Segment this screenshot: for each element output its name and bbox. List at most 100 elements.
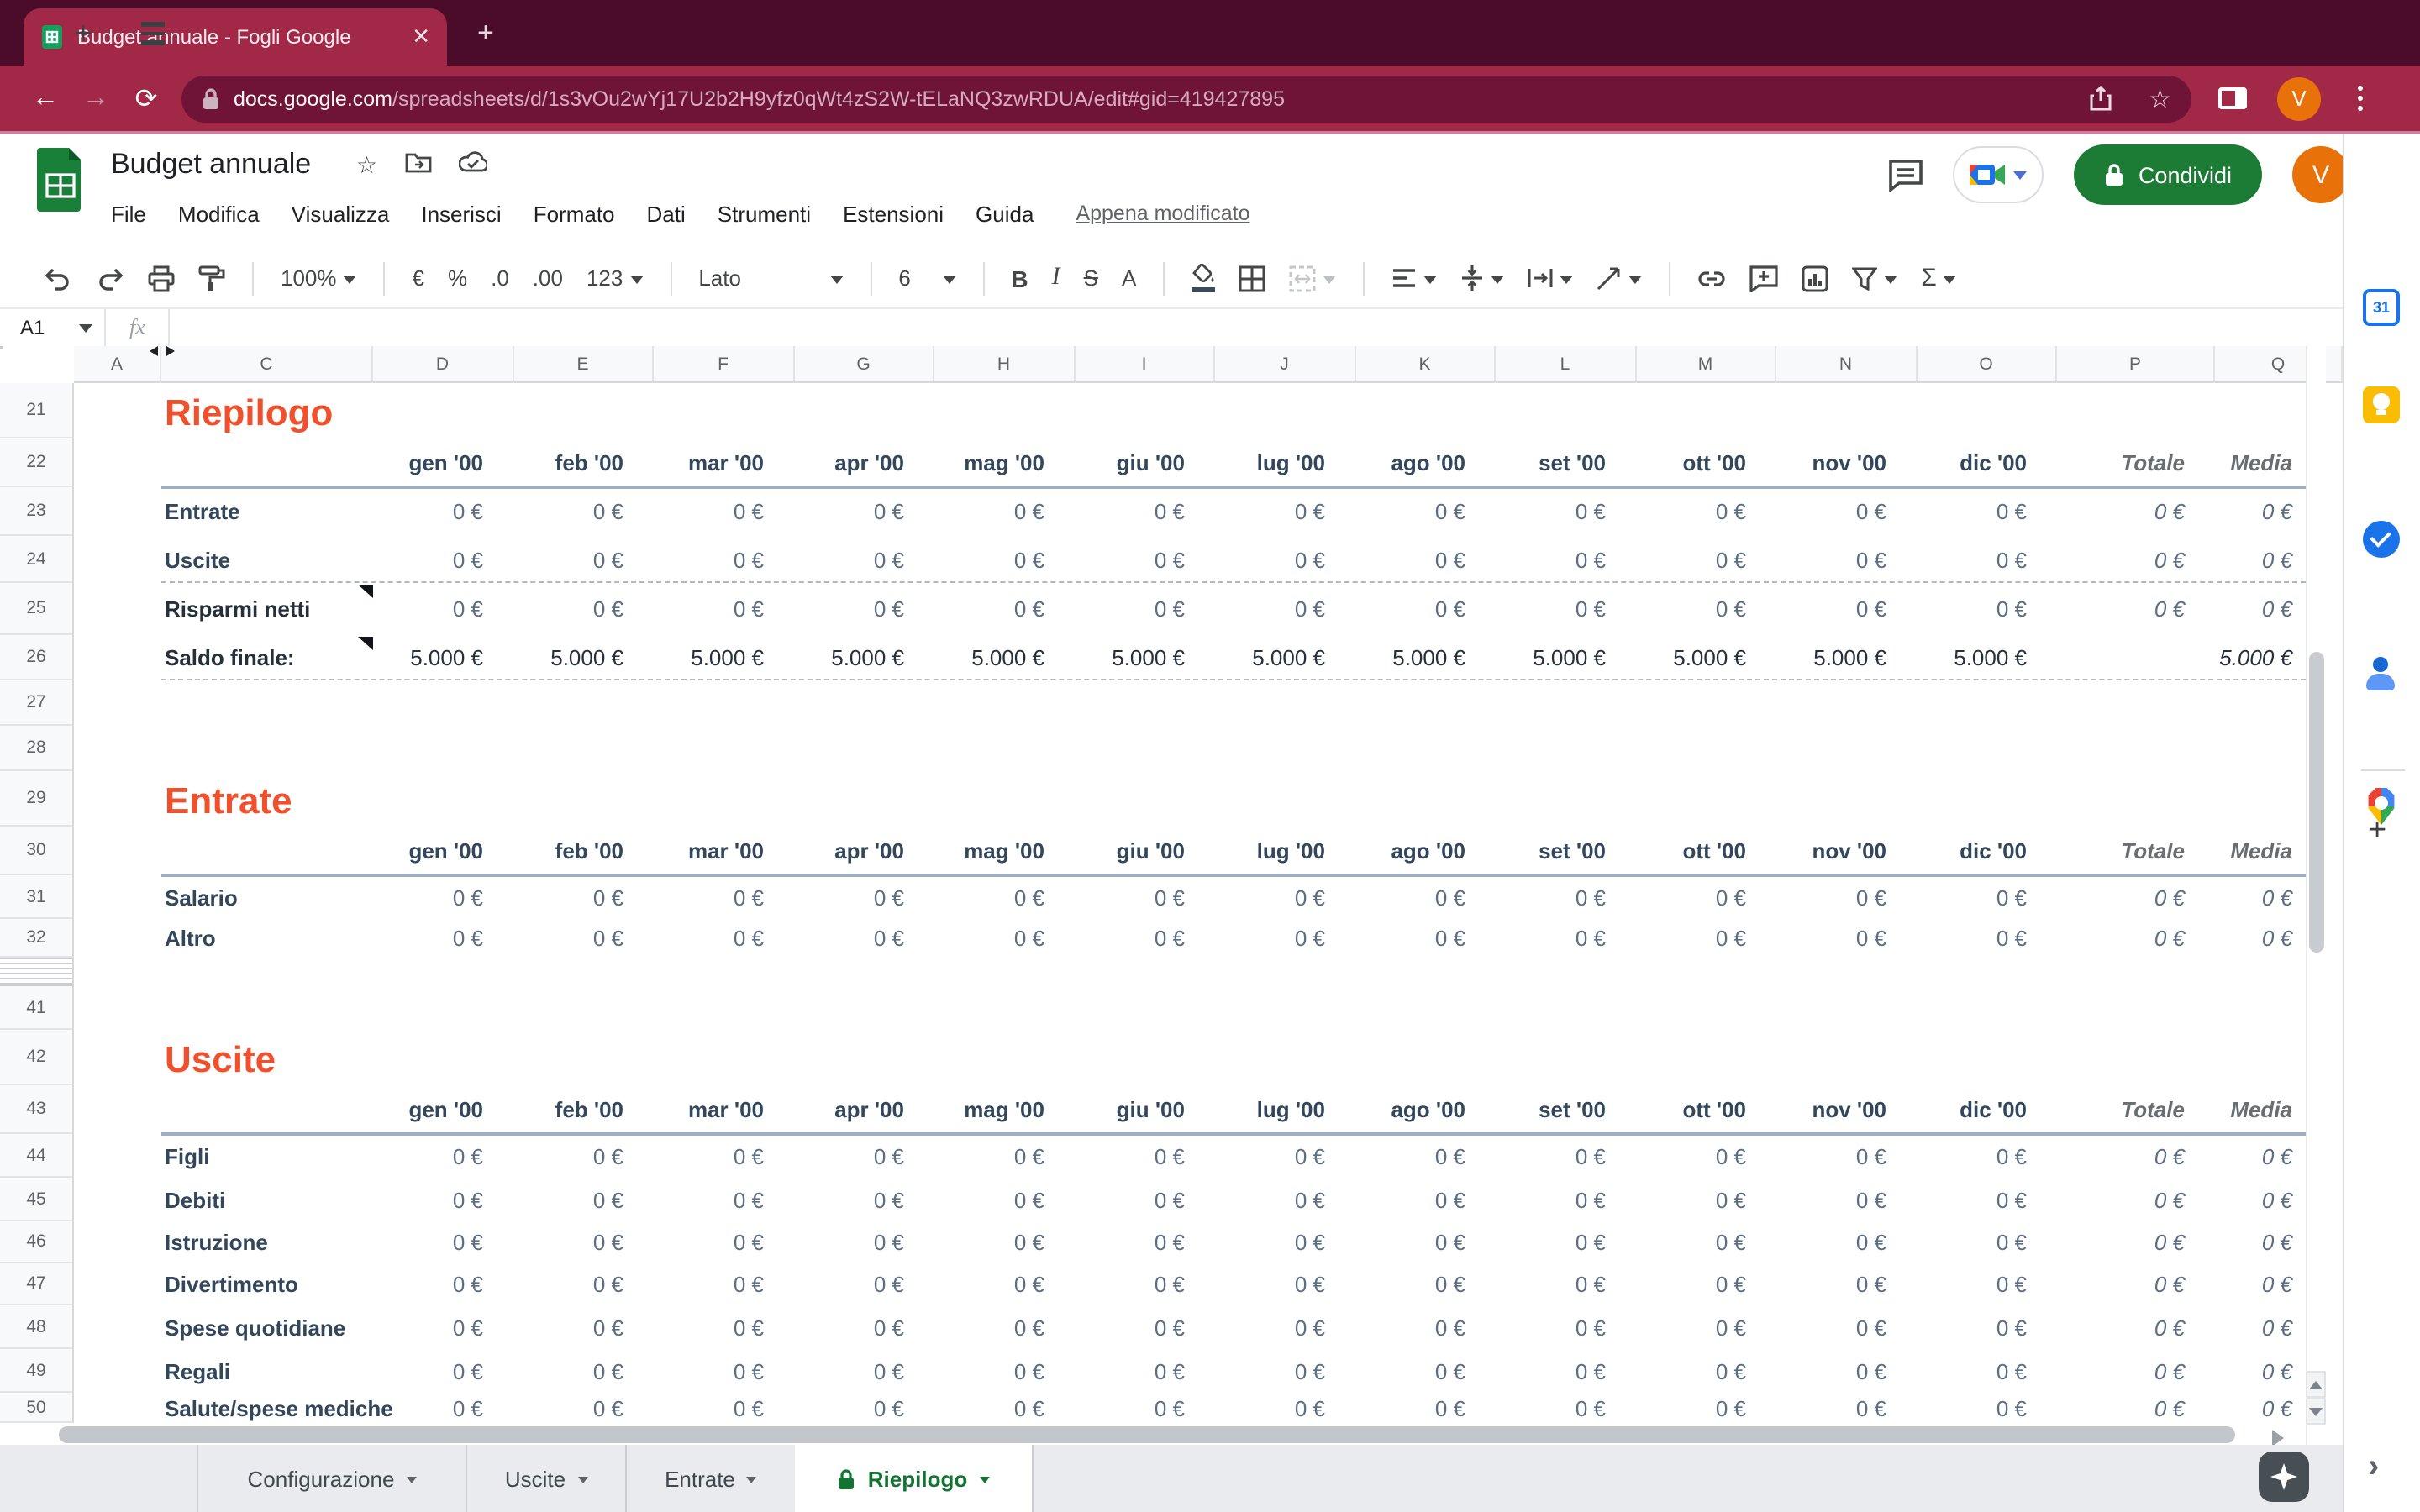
value-cell[interactable]: 5.000 € — [1496, 635, 1636, 680]
account-avatar[interactable]: V — [2292, 146, 2349, 203]
sheets-logo-icon[interactable] — [37, 148, 84, 212]
value-cell[interactable]: 5.000 € — [513, 635, 654, 680]
value-cell[interactable]: 0 € — [1496, 583, 1636, 635]
url-bar[interactable]: docs.google.com/spreadsheets/d/1s3vOu2wY… — [182, 75, 2191, 122]
column-header-C[interactable]: C — [161, 346, 373, 383]
add-addon-button[interactable]: + — [2368, 813, 2386, 850]
month-header-cell[interactable]: set '00 — [1496, 438, 1636, 487]
month-header-cell[interactable]: giu '00 — [1075, 438, 1215, 487]
value-cell[interactable]: 0 € — [1917, 1134, 2057, 1178]
row-header-41[interactable]: 41 — [0, 986, 74, 1030]
value-cell[interactable]: 0 € — [1636, 1349, 1776, 1393]
totale-value-cell[interactable]: 0 € — [2057, 583, 2215, 635]
value-cell[interactable]: 0 € — [1496, 1178, 1636, 1221]
reload-icon[interactable]: ⟳ — [121, 81, 171, 115]
totale-value-cell[interactable]: 0 € — [2057, 487, 2215, 536]
value-cell[interactable]: 0 € — [794, 583, 934, 635]
value-cell[interactable]: 0 € — [373, 1178, 513, 1221]
undo-icon[interactable] — [44, 265, 72, 291]
value-cell[interactable]: 0 € — [654, 536, 794, 583]
value-cell[interactable]: 0 € — [794, 1221, 934, 1263]
value-cell[interactable]: 0 € — [1776, 487, 1917, 536]
value-cell[interactable]: 0 € — [1496, 919, 1636, 958]
media-value-cell[interactable]: 0 € — [2215, 583, 2306, 635]
value-cell[interactable]: 0 € — [1917, 1221, 2057, 1263]
month-header-cell[interactable]: dic '00 — [1917, 827, 2057, 875]
vertical-align-button[interactable] — [1460, 265, 1504, 291]
value-cell[interactable]: 5.000 € — [794, 635, 934, 680]
row-header-47[interactable]: 47 — [0, 1263, 74, 1305]
vertical-scrollbar-thumb[interactable] — [2309, 652, 2324, 953]
month-header-cell[interactable]: ago '00 — [1355, 1085, 1496, 1134]
row-label-cell[interactable]: Debiti — [161, 1178, 373, 1221]
functions-button[interactable]: Σ — [1921, 264, 1957, 292]
month-header-cell[interactable]: mag '00 — [934, 827, 1075, 875]
media-value-cell[interactable]: 0 € — [2215, 1263, 2306, 1305]
value-cell[interactable]: 0 € — [513, 919, 654, 958]
media-value-cell[interactable]: 5.000 € — [2215, 635, 2306, 680]
scroll-right-button[interactable] — [2272, 1430, 2292, 1446]
browser-avatar[interactable]: V — [2277, 76, 2321, 120]
value-cell[interactable]: 0 € — [1215, 583, 1355, 635]
value-cell[interactable]: 0 € — [654, 1221, 794, 1263]
value-cell[interactable]: 0 € — [1917, 875, 2057, 919]
keep-icon[interactable] — [2363, 386, 2400, 423]
value-cell[interactable]: 0 € — [1496, 1221, 1636, 1263]
italic-button[interactable]: I — [1052, 264, 1060, 292]
value-cell[interactable]: 0 € — [1355, 1221, 1496, 1263]
value-cell[interactable]: 0 € — [1215, 1221, 1355, 1263]
row-label-cell[interactable]: Altro — [161, 919, 373, 958]
month-header-cell[interactable]: mag '00 — [934, 438, 1075, 487]
value-cell[interactable]: 0 € — [1075, 1134, 1215, 1178]
month-header-cell[interactable]: apr '00 — [794, 438, 934, 487]
paint-format-icon[interactable] — [198, 265, 225, 291]
hidden-column-left-marker-icon[interactable] — [145, 346, 158, 356]
cloud-status-icon[interactable] — [458, 151, 487, 173]
value-cell[interactable]: 5.000 € — [1636, 635, 1776, 680]
row-header-32[interactable]: 32 — [0, 919, 74, 958]
month-header-cell[interactable]: lug '00 — [1215, 1085, 1355, 1134]
row-label-cell[interactable]: Salario — [161, 875, 373, 919]
value-cell[interactable]: 0 € — [794, 1178, 934, 1221]
value-cell[interactable]: 0 € — [934, 875, 1075, 919]
month-header-cell[interactable]: ott '00 — [1636, 827, 1776, 875]
row-header-24[interactable]: 24 — [0, 536, 74, 583]
column-header-K[interactable]: K — [1355, 346, 1496, 383]
value-cell[interactable]: 0 € — [1215, 1393, 1355, 1423]
value-cell[interactable]: 0 € — [1075, 487, 1215, 536]
value-cell[interactable]: 0 € — [1075, 875, 1215, 919]
bold-button[interactable]: B — [1011, 265, 1028, 291]
value-cell[interactable]: 0 € — [1075, 1263, 1215, 1305]
value-cell[interactable]: 0 € — [1776, 1178, 1917, 1221]
sheet-tab-riepilogo[interactable]: Riepilogo — [795, 1445, 1034, 1512]
totale-value-cell[interactable]: 0 € — [2057, 1178, 2215, 1221]
print-icon[interactable] — [148, 265, 175, 291]
value-cell[interactable]: 0 € — [654, 1393, 794, 1423]
bookmark-star-icon[interactable]: ☆ — [2149, 83, 2171, 113]
value-cell[interactable]: 0 € — [794, 1393, 934, 1423]
row-label-cell[interactable]: Figli — [161, 1134, 373, 1178]
menu-formato[interactable]: Formato — [534, 202, 615, 227]
column-header-H[interactable]: H — [934, 346, 1075, 383]
media-value-cell[interactable]: 0 € — [2215, 1349, 2306, 1393]
menu-guida[interactable]: Guida — [976, 202, 1034, 227]
text-wrap-button[interactable] — [1528, 266, 1573, 290]
row-label-cell[interactable]: Divertimento — [161, 1263, 373, 1305]
value-cell[interactable]: 0 € — [373, 875, 513, 919]
value-cell[interactable]: 0 € — [1776, 1349, 1917, 1393]
month-header-cell[interactable]: feb '00 — [513, 827, 654, 875]
value-cell[interactable]: 0 € — [1776, 536, 1917, 583]
meet-button[interactable] — [1954, 146, 2044, 203]
value-cell[interactable]: 0 € — [934, 1134, 1075, 1178]
month-header-cell[interactable]: mar '00 — [654, 1085, 794, 1134]
media-value-cell[interactable]: 0 € — [2215, 1221, 2306, 1263]
insert-chart-button[interactable] — [1802, 265, 1828, 291]
value-cell[interactable]: 0 € — [1355, 487, 1496, 536]
value-cell[interactable]: 5.000 € — [934, 635, 1075, 680]
totale-value-cell[interactable]: 0 € — [2057, 875, 2215, 919]
value-cell[interactable]: 0 € — [1636, 536, 1776, 583]
value-cell[interactable]: 0 € — [934, 1349, 1075, 1393]
select-all-corner[interactable] — [0, 346, 3, 349]
value-cell[interactable]: 0 € — [794, 1263, 934, 1305]
calendar-icon[interactable]: 31 — [2363, 289, 2400, 326]
